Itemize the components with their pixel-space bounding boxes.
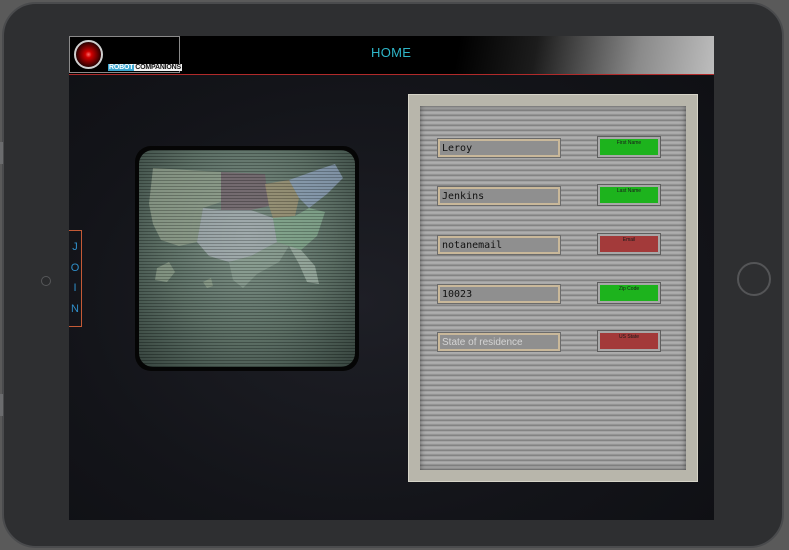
last-name-status-badge: Last Name	[597, 184, 661, 206]
home-link[interactable]: HOME	[371, 45, 411, 60]
first-name-status-badge: First Name	[597, 136, 661, 158]
join-letter: O	[70, 261, 80, 274]
brand-wordmark-robot: ROBOT	[108, 64, 135, 71]
us-state-status-badge: US State	[597, 330, 661, 352]
crt-monitor	[135, 146, 359, 371]
join-letter: J	[72, 240, 78, 253]
camera-icon	[41, 276, 51, 286]
hardware-home-button[interactable]	[737, 262, 771, 296]
zip-code-input[interactable]	[437, 284, 561, 304]
join-letter: N	[71, 303, 79, 316]
brand-logo[interactable]: ROBOT COMPANIONS	[69, 36, 182, 73]
form-row-us-state: US State	[437, 330, 670, 355]
brand-wordmark: ROBOT COMPANIONS	[108, 63, 182, 72]
red-eye-icon	[74, 40, 103, 69]
us-map-icon	[149, 164, 343, 288]
volume-up-button	[0, 142, 3, 164]
signup-form-panel: First Name Last Name Email Zip Code US S…	[408, 94, 698, 482]
us-state-input[interactable]	[437, 332, 561, 352]
zip-code-status-badge: Zip Code	[597, 282, 661, 304]
join-letter: I	[73, 282, 77, 295]
volume-down-button	[0, 394, 3, 416]
email-input[interactable]	[437, 235, 561, 255]
join-side-tab[interactable]: J O I N	[69, 230, 82, 327]
form-row-first-name: First Name	[437, 136, 670, 161]
top-nav-bar: ROBOT COMPANIONS HOME	[69, 36, 714, 75]
form-row-last-name: Last Name	[437, 184, 670, 209]
form-row-zip-code: Zip Code	[437, 282, 670, 307]
last-name-input[interactable]	[437, 186, 561, 206]
email-status-badge: Email	[597, 233, 661, 255]
us-map-display	[139, 150, 355, 367]
app-screen: ROBOT COMPANIONS HOME J O I N Leroy Firs…	[69, 36, 714, 520]
first-name-input[interactable]	[437, 138, 561, 158]
brand-wordmark-companions: COMPANIONS	[134, 64, 182, 71]
form-row-email: Email	[437, 233, 670, 258]
